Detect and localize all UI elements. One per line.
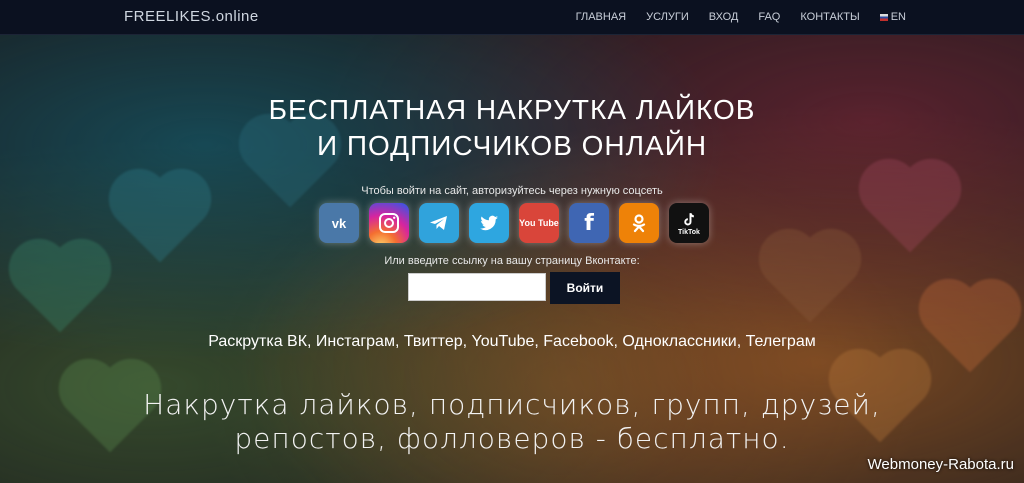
nav-item-faq[interactable]: FAQ xyxy=(758,11,780,23)
vk-link-form: Войти xyxy=(408,272,620,304)
vk-icon: vk xyxy=(331,215,347,231)
vk-link-input[interactable] xyxy=(408,273,546,301)
twitter-login-button[interactable] xyxy=(469,203,509,243)
top-navbar: FREELIKES.online ГЛАВНАЯ УСЛУГИ ВХОД FAQ… xyxy=(0,0,1024,35)
tagline: Накрутка лайков, подписчиков, групп, дру… xyxy=(0,388,1024,456)
flag-icon xyxy=(879,14,888,21)
hero-title: БЕСПЛАТНАЯ НАКРУТКА ЛАЙКОВ И ПОДПИСЧИКОВ… xyxy=(0,92,1024,164)
nav-item-contacts[interactable]: КОНТАКТЫ xyxy=(800,11,859,23)
background-heart xyxy=(867,167,953,253)
social-login-buttons: vk You Tube f TikTok xyxy=(319,203,709,243)
main-nav: ГЛАВНАЯ УСЛУГИ ВХОД FAQ КОНТАКТЫ EN xyxy=(576,11,906,23)
instagram-icon xyxy=(379,213,399,233)
nav-item-home[interactable]: ГЛАВНАЯ xyxy=(576,11,626,23)
vk-login-button[interactable]: vk xyxy=(319,203,359,243)
telegram-icon xyxy=(430,216,447,230)
nav-item-login[interactable]: ВХОД xyxy=(709,11,739,23)
nav-item-services[interactable]: УСЛУГИ xyxy=(646,11,689,23)
facebook-login-button[interactable]: f xyxy=(569,203,609,243)
facebook-icon: f xyxy=(584,210,594,236)
auth-hint: Чтобы войти на сайт, авторизуйтесь через… xyxy=(361,185,663,197)
odnoklassniki-icon xyxy=(632,214,646,233)
login-button[interactable]: Войти xyxy=(550,272,620,304)
telegram-login-button[interactable] xyxy=(419,203,459,243)
youtube-icon: You Tube xyxy=(519,218,559,228)
twitter-bird-icon xyxy=(480,215,498,231)
background-heart xyxy=(767,237,853,323)
youtube-login-button[interactable]: You Tube xyxy=(519,203,559,243)
background-heart xyxy=(927,287,1013,373)
tagline-line-2: репостов, фолловеров - бесплатно. xyxy=(234,422,790,455)
tagline-line-1: Накрутка лайков, подписчиков, групп, дру… xyxy=(143,388,881,421)
instagram-login-button[interactable] xyxy=(369,203,409,243)
odnoklassniki-login-button[interactable] xyxy=(619,203,659,243)
tiktok-label: TikTok xyxy=(678,228,700,236)
tiktok-icon xyxy=(684,212,695,225)
tiktok-login-button[interactable]: TikTok xyxy=(669,203,709,243)
site-logo[interactable]: FREELIKES.online xyxy=(124,8,259,25)
nav-item-language[interactable]: EN xyxy=(879,11,906,23)
hero-title-line-2: И ПОДПИСЧИКОВ ОНЛАЙН xyxy=(316,130,708,161)
watermark: Webmoney-Rabota.ru xyxy=(867,456,1014,473)
hero-title-line-1: БЕСПЛАТНАЯ НАКРУТКА ЛАЙКОВ xyxy=(268,94,756,125)
language-label: EN xyxy=(890,11,906,23)
link-hint: Или введите ссылку на вашу страницу Вкон… xyxy=(384,255,640,267)
promo-text: Раскрутка ВК, Инстаграм, Твиттер, YouTub… xyxy=(208,333,816,350)
